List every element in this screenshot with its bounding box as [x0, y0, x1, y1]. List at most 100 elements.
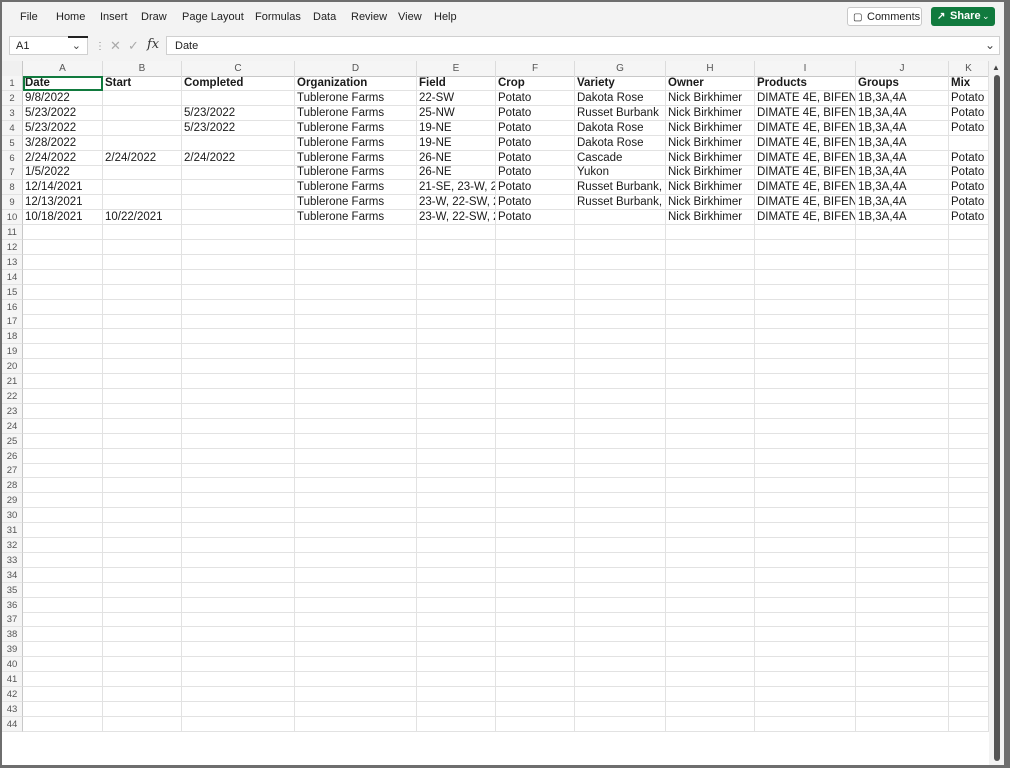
cell[interactable]: [666, 686, 755, 702]
cell[interactable]: [496, 418, 575, 434]
cell[interactable]: [295, 254, 417, 270]
cell[interactable]: [856, 433, 949, 449]
cell[interactable]: [103, 686, 182, 702]
cell[interactable]: 3/28/2022: [23, 135, 103, 151]
cell[interactable]: [417, 716, 496, 732]
row-header[interactable]: 26: [2, 448, 23, 464]
cell[interactable]: [666, 254, 755, 270]
cell[interactable]: [666, 672, 755, 687]
row-header[interactable]: 31: [2, 523, 23, 538]
cell[interactable]: [103, 627, 182, 643]
cell[interactable]: [417, 433, 496, 449]
row-header[interactable]: 14: [2, 269, 23, 285]
cell[interactable]: [856, 672, 949, 687]
header-cell[interactable]: Mix: [949, 76, 989, 91]
cell[interactable]: [417, 344, 496, 360]
cell[interactable]: 5/23/2022: [23, 120, 103, 136]
cell[interactable]: [575, 537, 666, 553]
cell[interactable]: [755, 523, 856, 538]
cell[interactable]: [182, 388, 295, 404]
cell[interactable]: [417, 701, 496, 717]
cell[interactable]: [856, 299, 949, 315]
row-header[interactable]: 5: [2, 135, 23, 151]
column-header-b[interactable]: B: [103, 61, 182, 76]
cell[interactable]: [666, 716, 755, 732]
cell[interactable]: DIMATE 4E, BIFENTHRIN: [755, 90, 856, 106]
cell[interactable]: [755, 716, 856, 732]
cell[interactable]: [23, 523, 103, 538]
cell[interactable]: [575, 686, 666, 702]
cell[interactable]: [103, 716, 182, 732]
cell[interactable]: Tublerone Farms: [295, 105, 417, 121]
cell[interactable]: 5/23/2022: [182, 105, 295, 121]
cell[interactable]: [103, 388, 182, 404]
menu-help[interactable]: Help: [434, 11, 457, 23]
cell[interactable]: [496, 403, 575, 419]
cell[interactable]: [496, 657, 575, 673]
cell[interactable]: [103, 657, 182, 673]
row-header[interactable]: 10: [2, 210, 23, 226]
cell[interactable]: [295, 508, 417, 524]
cell[interactable]: [417, 612, 496, 628]
cell[interactable]: [666, 448, 755, 464]
row-header[interactable]: 15: [2, 284, 23, 300]
cell[interactable]: Potato: [949, 90, 989, 106]
menu-view[interactable]: View: [398, 11, 422, 23]
cell[interactable]: [295, 388, 417, 404]
cell[interactable]: [755, 567, 856, 583]
header-cell[interactable]: Owner: [666, 76, 755, 91]
cell[interactable]: [755, 403, 856, 419]
cell[interactable]: [295, 523, 417, 538]
cell[interactable]: [856, 225, 949, 240]
row-header[interactable]: 36: [2, 597, 23, 613]
cell[interactable]: 1B,3A,4A: [856, 210, 949, 226]
cell[interactable]: 22-SW: [417, 90, 496, 106]
cell[interactable]: [856, 359, 949, 375]
cell[interactable]: [575, 657, 666, 673]
cell[interactable]: [23, 597, 103, 613]
cell[interactable]: [417, 523, 496, 538]
cell[interactable]: [949, 299, 989, 315]
cell[interactable]: [417, 567, 496, 583]
row-header[interactable]: 25: [2, 433, 23, 449]
cell[interactable]: [103, 284, 182, 300]
cell[interactable]: [417, 552, 496, 568]
cell[interactable]: [295, 284, 417, 300]
cell[interactable]: [23, 388, 103, 404]
cell[interactable]: [23, 269, 103, 285]
cell[interactable]: [103, 523, 182, 538]
cell[interactable]: [182, 582, 295, 598]
cell[interactable]: [496, 359, 575, 375]
row-header[interactable]: 12: [2, 239, 23, 255]
cell[interactable]: [295, 642, 417, 658]
cell[interactable]: [295, 314, 417, 330]
cell[interactable]: [295, 299, 417, 315]
cell[interactable]: [755, 433, 856, 449]
cell[interactable]: Dakota Rose: [575, 135, 666, 151]
formula-input[interactable]: Date ⌄: [166, 36, 1000, 55]
row-header[interactable]: 8: [2, 180, 23, 196]
header-cell[interactable]: Variety: [575, 76, 666, 91]
cell[interactable]: Potato: [496, 120, 575, 136]
cell[interactable]: [949, 269, 989, 285]
column-header-c[interactable]: C: [182, 61, 295, 76]
cell[interactable]: Nick Birkhimer: [666, 105, 755, 121]
cell[interactable]: [856, 552, 949, 568]
cell[interactable]: [856, 388, 949, 404]
cell[interactable]: [295, 374, 417, 389]
cell[interactable]: [949, 254, 989, 270]
cell[interactable]: [666, 642, 755, 658]
cell[interactable]: [949, 716, 989, 732]
cell[interactable]: [496, 329, 575, 345]
cell[interactable]: Cascade: [575, 150, 666, 166]
menu-data[interactable]: Data: [313, 11, 336, 23]
cell[interactable]: [949, 686, 989, 702]
cell[interactable]: [103, 537, 182, 553]
cell[interactable]: DIMATE 4E, BIFENTHRIN: [755, 165, 856, 181]
cell[interactable]: DIMATE 4E, BIFENTHRIN: [755, 180, 856, 196]
cell[interactable]: 12/13/2021: [23, 195, 103, 211]
cell[interactable]: [755, 537, 856, 553]
cell[interactable]: Potato: [949, 180, 989, 196]
cell[interactable]: [575, 627, 666, 643]
cell[interactable]: Potato: [949, 150, 989, 166]
